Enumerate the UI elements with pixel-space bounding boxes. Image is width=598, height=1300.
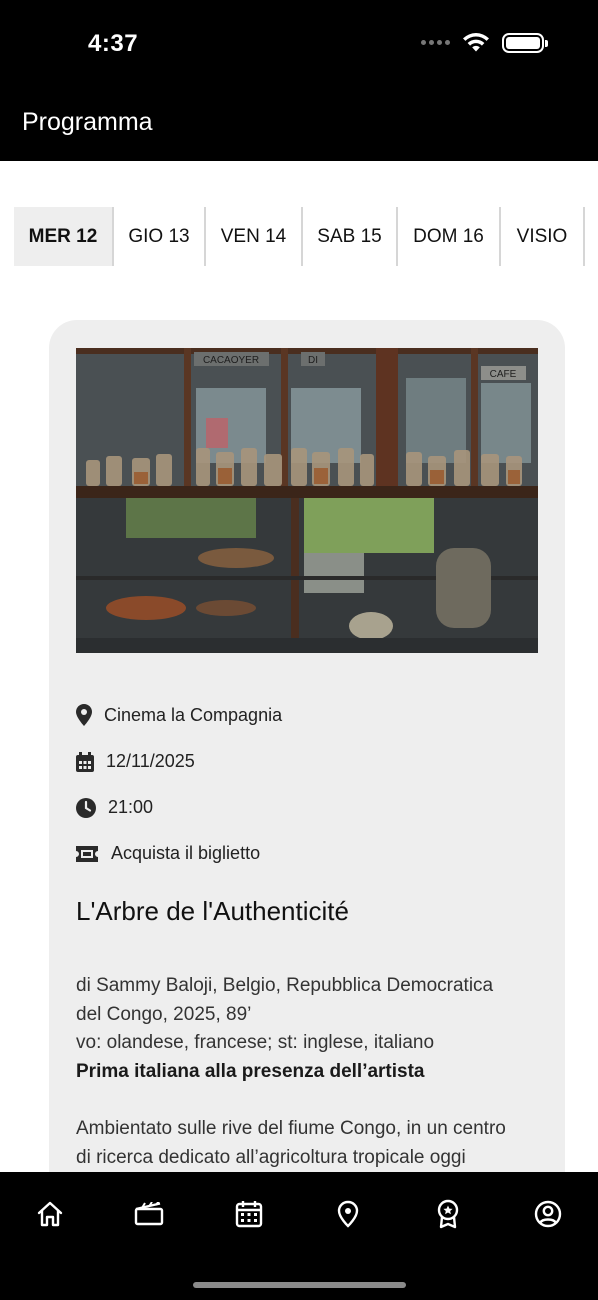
buy-ticket-label: Acquista il biglietto [111, 843, 261, 863]
wifi-icon [463, 33, 489, 52]
tab-ven-14[interactable]: VEN 14 [206, 207, 303, 266]
synopsis-line-1: Ambientato sulle rive del fiume Congo, i… [76, 1118, 506, 1139]
profile-icon [534, 1200, 562, 1228]
home-icon [37, 1201, 63, 1227]
home-indicator[interactable] [193, 1282, 406, 1288]
premiere-note: Prima italiana alla presenza dell’artist… [76, 1060, 425, 1082]
poster-sign-cafe: CAFE [490, 369, 517, 380]
event-time: 21:00 [108, 797, 154, 817]
event-card[interactable]: CACAOYER DI CAFE Cinema la Compagnia 12/… [49, 320, 565, 1220]
cellular-signal-icon [421, 40, 450, 45]
time-row: 21:00 [76, 797, 153, 818]
status-time: 4:37 [88, 30, 139, 57]
film-languages: vo: olandese, francese; st: inglese, ita… [76, 1032, 435, 1053]
nav-header: Programma [0, 88, 598, 161]
tab-films[interactable] [129, 1194, 169, 1234]
page-title: Programma [22, 108, 153, 136]
poster-sign-di: DI [308, 355, 318, 366]
film-synopsis: Ambientato sulle rive del fiume Congo, i… [76, 1115, 546, 1172]
battery-icon [502, 32, 548, 53]
location-pin-icon [76, 704, 92, 726]
tab-mer-12[interactable]: MER 12 [14, 207, 114, 266]
ticket-icon [76, 845, 98, 862]
event-date: 12/11/2025 [106, 751, 195, 771]
clock-icon [76, 797, 96, 818]
tab-calendar[interactable] [229, 1194, 269, 1234]
tab-venues[interactable] [328, 1194, 368, 1234]
bottom-tab-bar [0, 1172, 598, 1300]
event-poster-image: CACAOYER DI CAFE [76, 348, 538, 653]
film-title: L'Arbre de l'Authenticité [76, 896, 349, 926]
tab-visio[interactable]: VISIO [501, 207, 585, 266]
venue-name: Cinema la Compagnia [104, 704, 283, 725]
tab-gio-13[interactable]: GIO 13 [114, 207, 206, 266]
film-credits-line-1: di Sammy Baloji, Belgio, Repubblica Demo… [76, 975, 494, 996]
location-pin-icon [337, 1200, 359, 1228]
status-bar: 4:37 [0, 0, 598, 88]
tab-home[interactable] [30, 1194, 70, 1234]
buy-ticket-link[interactable]: Acquista il biglietto [76, 843, 260, 864]
tab-dom-16[interactable]: DOM 16 [398, 207, 501, 266]
tab-sab-15[interactable]: SAB 15 [303, 207, 398, 266]
synopsis-line-2: di ricerca dedicato all’agricoltura trop… [76, 1146, 466, 1168]
calendar-icon [235, 1201, 263, 1228]
tab-profile[interactable] [528, 1194, 568, 1234]
status-icons [421, 32, 548, 53]
poster-sign-cacaoyer: CACAOYER [203, 355, 259, 366]
film-credits: di Sammy Baloji, Belgio, Repubblica Demo… [76, 972, 546, 1086]
date-row: 12/11/2025 [76, 751, 195, 772]
tab-awards[interactable] [428, 1194, 468, 1234]
venue-row[interactable]: Cinema la Compagnia [76, 704, 282, 726]
award-icon [437, 1199, 459, 1229]
day-tabs: MER 12 GIO 13 VEN 14 SAB 15 DOM 16 VISIO [14, 207, 598, 266]
film-credits-line-2: del Congo, 2025, 89’ [76, 1003, 252, 1025]
calendar-icon [76, 751, 94, 772]
film-icon [134, 1202, 164, 1226]
